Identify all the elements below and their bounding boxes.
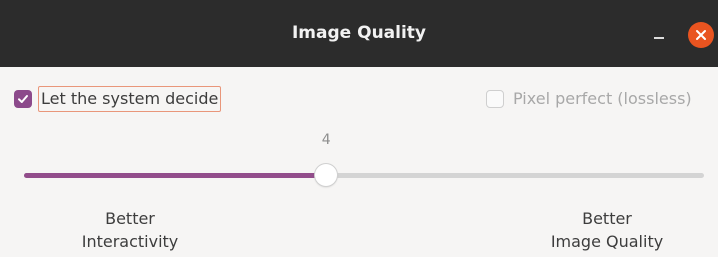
- pixel-perfect-checkbox: [486, 90, 504, 108]
- right-caption-line1: Better: [582, 209, 632, 228]
- left-caption-line1: Better: [105, 209, 155, 228]
- checkmark-icon: [18, 95, 28, 103]
- left-caption-line2: Interactivity: [81, 232, 179, 251]
- pixel-perfect-label: Pixel perfect (lossless): [513, 89, 692, 108]
- quality-slider-track[interactable]: [24, 173, 704, 178]
- pixel-perfect-option: Pixel perfect (lossless): [486, 87, 692, 111]
- slider-value: 4: [321, 132, 331, 148]
- title-bar: Image Quality: [0, 0, 718, 67]
- better-image-quality-caption: Better Image Quality: [530, 207, 684, 253]
- right-caption-line2: Image Quality: [550, 232, 664, 251]
- let-system-decide-checkbox[interactable]: [14, 90, 32, 108]
- close-icon[interactable]: [688, 22, 714, 48]
- let-system-decide-label[interactable]: Let the system decide: [38, 86, 222, 112]
- minimize-icon[interactable]: [648, 24, 670, 46]
- quality-slider-fill: [24, 173, 327, 178]
- image-quality-window: Image Quality Let the system decide Pixe…: [0, 0, 718, 257]
- let-system-decide-option[interactable]: Let the system decide: [14, 86, 222, 112]
- window-title: Image Quality: [291, 23, 427, 43]
- better-interactivity-caption: Better Interactivity: [63, 207, 197, 253]
- quality-slider-handle[interactable]: [315, 164, 338, 186]
